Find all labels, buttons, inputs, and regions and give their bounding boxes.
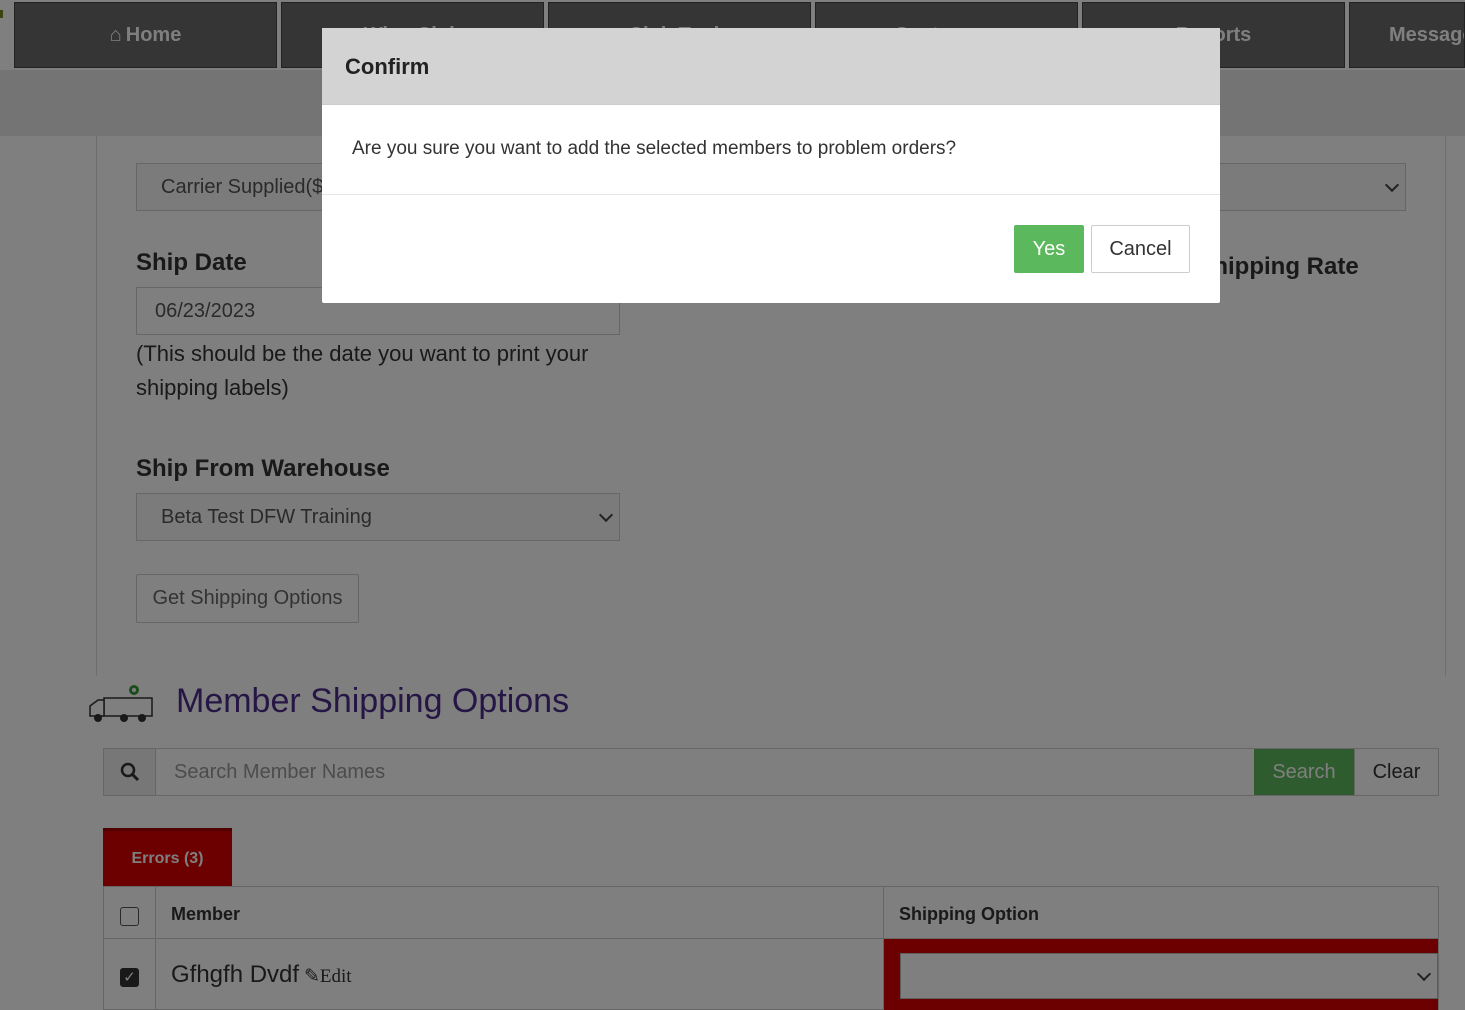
modal-divider <box>322 194 1220 195</box>
modal-title: Confirm <box>345 54 430 79</box>
cancel-button[interactable]: Cancel <box>1091 225 1190 273</box>
modal-message: Are you sure you want to add the selecte… <box>352 138 957 159</box>
yes-button[interactable]: Yes <box>1014 225 1084 273</box>
modal-header: Confirm <box>322 28 1220 105</box>
confirm-modal: Confirm Are you sure you want to add the… <box>322 28 1220 303</box>
